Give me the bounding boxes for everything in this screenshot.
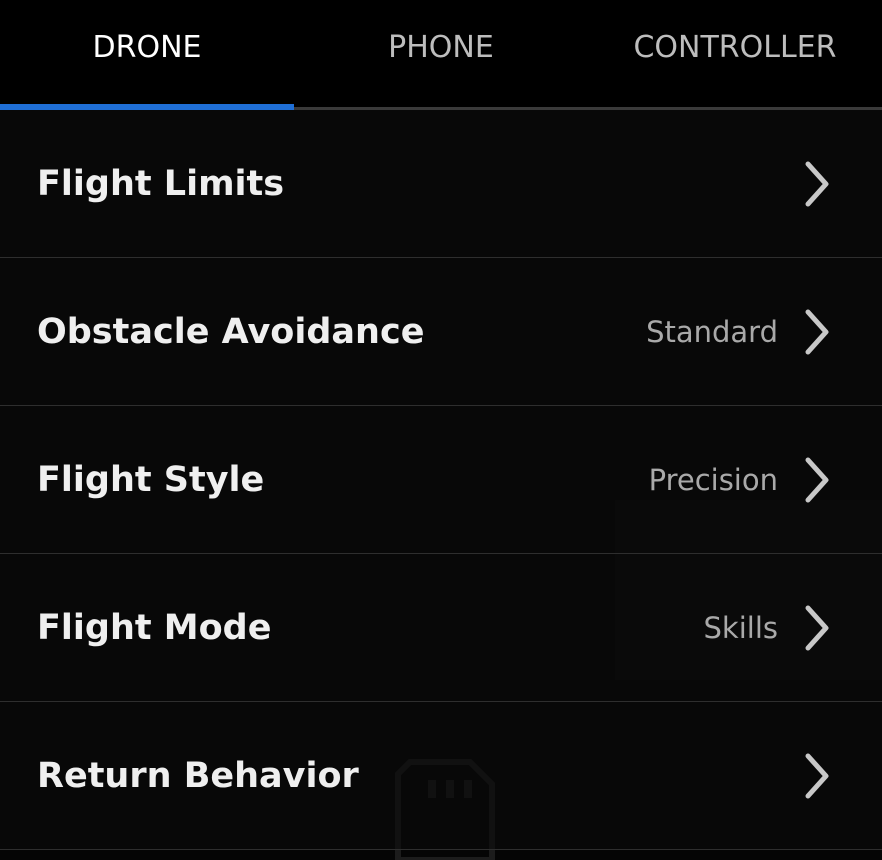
settings-list: Flight Limits Obstacle Avoidance Standar… (0, 110, 882, 850)
tab-bar: DRONE PHONE CONTROLLER (0, 0, 882, 110)
settings-row-obstacle-avoidance[interactable]: Obstacle Avoidance Standard (0, 258, 882, 406)
row-label: Flight Style (37, 459, 265, 500)
row-label: Return Behavior (37, 755, 359, 796)
row-value: Standard (646, 314, 778, 349)
settings-row-flight-mode[interactable]: Flight Mode Skills (0, 554, 882, 702)
row-label: Flight Mode (37, 607, 272, 648)
row-value: Precision (648, 462, 778, 497)
chevron-right-icon (805, 753, 829, 798)
settings-row-flight-limits[interactable]: Flight Limits (0, 110, 882, 258)
tab-phone[interactable]: PHONE (294, 0, 588, 107)
chevron-right-icon (805, 161, 829, 206)
settings-row-return-behavior[interactable]: Return Behavior (0, 702, 882, 850)
settings-screen: DRONE PHONE CONTROLLER Flight Limits Obs… (0, 0, 882, 860)
tab-drone[interactable]: DRONE (0, 0, 294, 110)
chevron-right-icon (805, 605, 829, 650)
tab-controller[interactable]: CONTROLLER (588, 0, 882, 107)
chevron-right-icon (805, 457, 829, 502)
row-value: Skills (703, 610, 778, 645)
row-label: Flight Limits (37, 163, 285, 204)
row-label: Obstacle Avoidance (37, 311, 425, 352)
settings-row-flight-style[interactable]: Flight Style Precision (0, 406, 882, 554)
chevron-right-icon (805, 309, 829, 354)
